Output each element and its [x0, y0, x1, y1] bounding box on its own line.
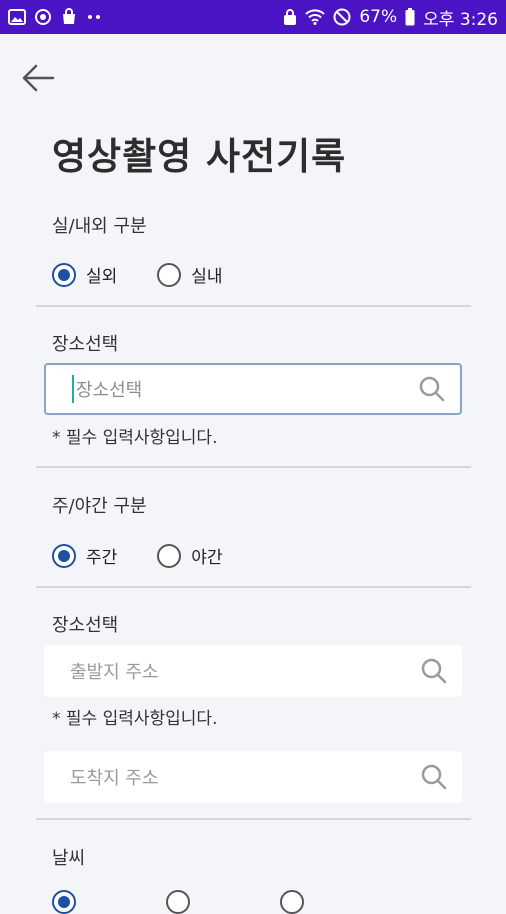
indoor-outdoor-label: 실/내외 구분: [52, 216, 147, 237]
day-night-radio-group: 주간 야간: [52, 543, 263, 568]
location-search-placeholder: 장소선택: [76, 380, 143, 401]
search-icon[interactable]: [418, 375, 446, 403]
radio-daytime-label: 주간: [86, 548, 118, 568]
radio-unchecked-icon: [280, 890, 304, 914]
shopping-bag-icon: [60, 8, 78, 26]
location-search-field[interactable]: 장소선택: [44, 363, 462, 415]
radio-nighttime[interactable]: 야간: [157, 543, 223, 568]
radio-weather-option-1[interactable]: [52, 890, 76, 914]
radio-nighttime-label: 야간: [191, 548, 223, 568]
weather-label: 날씨: [52, 848, 86, 869]
sync-icon: [34, 8, 52, 26]
divider: [36, 305, 471, 307]
battery-icon: [405, 8, 415, 26]
more-notifications-icon: [86, 14, 102, 20]
search-icon[interactable]: [420, 763, 448, 791]
radio-outdoor[interactable]: 실외: [52, 262, 117, 287]
indoor-outdoor-radio-group: 실외 실내: [52, 262, 263, 287]
radio-indoor[interactable]: 실내: [157, 262, 223, 287]
radio-checked-icon: [52, 890, 76, 914]
departure-address-field[interactable]: 출발지 주소: [44, 645, 462, 697]
search-icon[interactable]: [420, 657, 448, 685]
departure-address-placeholder: 출발지 주소: [70, 662, 159, 683]
location-required-note: * 필수 입력사항입니다.: [52, 428, 218, 448]
radio-weather-option-2[interactable]: [166, 890, 190, 914]
radio-unchecked-icon: [157, 543, 182, 568]
gallery-icon: [8, 9, 26, 25]
route-label: 장소선택: [52, 615, 119, 636]
do-not-disturb-icon: [333, 8, 351, 26]
location-label: 장소선택: [52, 334, 119, 355]
radio-checked-icon: [52, 543, 76, 568]
radio-indoor-label: 실내: [191, 267, 223, 287]
divider: [36, 818, 471, 820]
arrival-address-placeholder: 도착지 주소: [70, 768, 159, 789]
radio-daytime[interactable]: 주간: [52, 543, 117, 568]
text-cursor: [72, 375, 74, 403]
divider: [36, 466, 471, 468]
arrow-left-icon: [22, 64, 55, 92]
arrival-address-field[interactable]: 도착지 주소: [44, 751, 462, 803]
back-button[interactable]: [20, 60, 56, 96]
radio-unchecked-icon: [166, 890, 190, 914]
divider: [36, 586, 471, 588]
radio-unchecked-icon: [157, 262, 182, 287]
radio-weather-option-3[interactable]: [280, 890, 304, 914]
battery-percent: 67%: [359, 7, 398, 27]
weather-radio-group: [52, 890, 344, 914]
lock-icon: [283, 8, 297, 26]
radio-checked-icon: [52, 262, 76, 287]
route-required-note: * 필수 입력사항입니다.: [52, 709, 218, 729]
clock: 오후 3:26: [423, 9, 498, 30]
wifi-icon: [305, 9, 326, 25]
radio-outdoor-label: 실외: [86, 267, 118, 287]
page-title: 영상촬영 사전기록: [52, 135, 347, 178]
status-bar: 67% 오후 3:26: [0, 0, 506, 34]
day-night-label: 주/야간 구분: [52, 496, 147, 517]
